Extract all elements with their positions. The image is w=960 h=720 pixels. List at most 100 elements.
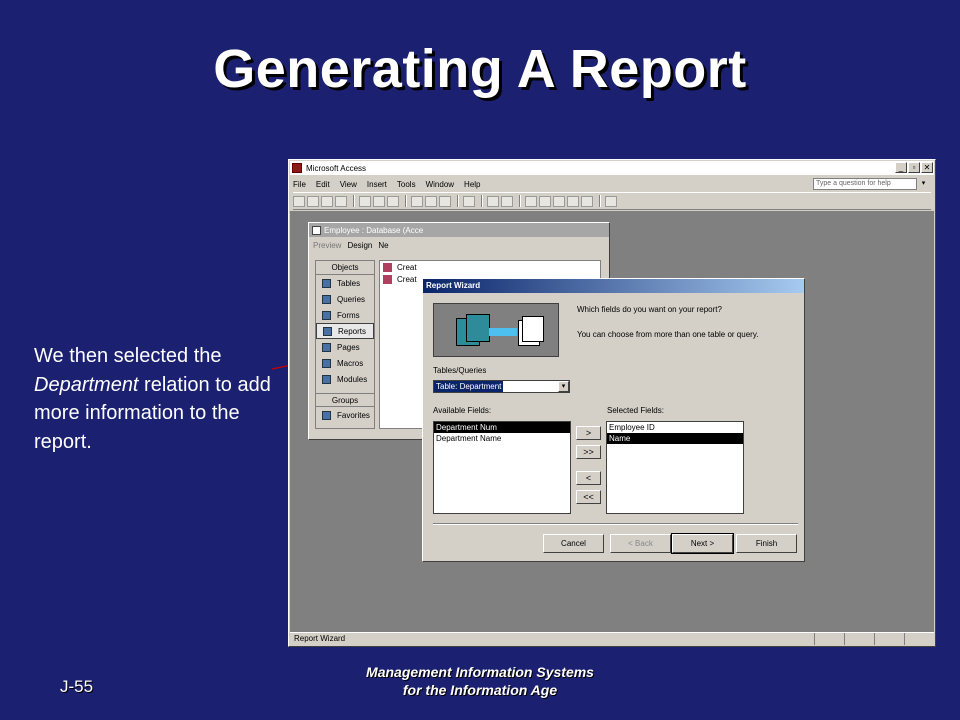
preview-button[interactable]: Preview [313,241,341,250]
status-cell [844,633,874,645]
report-icon [323,326,332,336]
object-favorites[interactable]: Favorites [316,407,374,423]
links-icon[interactable] [487,195,499,207]
new-button[interactable]: Ne [378,241,388,250]
page-icon [322,342,331,352]
add-all-fields-button[interactable]: >> [576,445,601,459]
undo-icon[interactable] [463,195,475,207]
search-file-icon[interactable] [335,195,347,207]
list-item[interactable]: Employee ID [607,422,743,433]
back-button[interactable]: < Back [610,534,671,553]
minimize-button[interactable]: _ [895,162,907,173]
design-button[interactable]: Design [347,241,372,250]
available-fields-label: Available Fields: [433,406,492,415]
object-label: Macros [337,358,364,368]
menu-edit[interactable]: Edit [316,180,330,189]
wizard-icon [383,262,392,272]
save-icon[interactable] [321,195,333,207]
wizard-icon [383,274,392,284]
list-item[interactable]: Creat [380,261,600,273]
toolbar-separator [599,195,601,207]
form-icon [322,310,331,320]
spelling-icon[interactable] [387,195,399,207]
cancel-button[interactable]: Cancel [543,534,604,553]
open-icon[interactable] [307,195,319,207]
menu-tools[interactable]: Tools [397,180,416,189]
cut-icon[interactable] [411,195,423,207]
print-preview-icon[interactable] [373,195,385,207]
macro-icon [322,358,331,368]
print-icon[interactable] [359,195,371,207]
help-dropdown-icon[interactable]: ▾ [918,178,929,190]
object-tables[interactable]: Tables [316,275,374,291]
table-icon [322,278,331,288]
object-label: Favorites [337,410,370,420]
access-title: Microsoft Access [306,163,367,173]
remove-field-button[interactable]: < [576,471,601,485]
script-icon[interactable] [539,195,551,207]
analyze-icon[interactable] [501,195,513,207]
object-label: Tables [337,278,361,288]
menu-insert[interactable]: Insert [367,180,387,189]
menu-window[interactable]: Window [426,180,454,189]
query-icon [322,294,331,304]
object-label: Reports [338,326,367,336]
menu-file[interactable]: File [293,180,306,189]
module-icon [322,374,331,384]
list-item[interactable]: Name [607,433,743,444]
code-icon[interactable] [525,195,537,207]
database-icon [312,225,321,235]
restore-button[interactable]: ▫ [908,162,920,173]
status-text: Report Wizard [294,634,346,643]
object-pages[interactable]: Pages [316,339,374,355]
tables-queries-label: Tables/Queries [433,366,487,375]
available-fields-list[interactable]: Department Num Department Name [433,421,571,514]
paste-icon[interactable] [439,195,451,207]
object-bar: Objects Tables Queries Forms Reports Pag… [315,260,375,429]
object-macros[interactable]: Macros [316,355,374,371]
status-cell [814,633,844,645]
object-queries[interactable]: Queries [316,291,374,307]
status-bar: Report Wizard [290,632,934,645]
access-window: Microsoft Access _ ▫ ✕ File Edit View In… [288,159,936,647]
remove-all-fields-button[interactable]: << [576,490,601,504]
list-item-label: Creat [397,274,417,284]
toolbar-separator [457,195,459,207]
next-button[interactable]: Next > [671,533,734,554]
arrow-icon [489,328,517,336]
mdi-workspace: Employee : Database (Acce Preview Design… [290,211,934,632]
menu-view[interactable]: View [340,180,357,189]
add-field-button[interactable]: > [576,426,601,440]
menu-help[interactable]: Help [464,180,480,189]
status-cell [904,633,934,645]
relationships-icon[interactable] [567,195,579,207]
groups-header[interactable]: Groups [316,393,374,407]
close-button[interactable]: ✕ [921,162,933,173]
list-item[interactable]: Department Name [434,433,570,444]
report-wizard-dialog: Report Wizard Which fields do you want o… [422,278,805,562]
copy-icon[interactable] [425,195,437,207]
new-icon[interactable] [293,195,305,207]
toolbar-separator [481,195,483,207]
list-item[interactable]: Department Num [434,422,570,433]
toolbar-separator [405,195,407,207]
chevron-down-icon[interactable]: ▾ [558,381,569,392]
access-titlebar: Microsoft Access _ ▫ ✕ [290,161,934,175]
objects-header[interactable]: Objects [316,261,374,275]
object-modules[interactable]: Modules [316,371,374,387]
object-forms[interactable]: Forms [316,307,374,323]
new-object-icon[interactable] [581,195,593,207]
slide-number: J-55 [60,677,94,696]
report-page-icon [522,316,544,342]
properties-icon[interactable] [553,195,565,207]
toolbar-separator [353,195,355,207]
tables-queries-select[interactable]: Table: Department ▾ [433,380,570,393]
selected-fields-list[interactable]: Employee ID Name [606,421,744,514]
help-search-input[interactable]: Type a question for help [813,178,917,190]
object-reports[interactable]: Reports [316,323,374,339]
slide-footer: Management Information Systems for the I… [330,663,630,699]
help-icon[interactable] [605,195,617,207]
window-controls: _ ▫ ✕ [895,162,933,173]
combo-selected-value: Table: Department [434,381,504,392]
finish-button[interactable]: Finish [736,534,797,553]
